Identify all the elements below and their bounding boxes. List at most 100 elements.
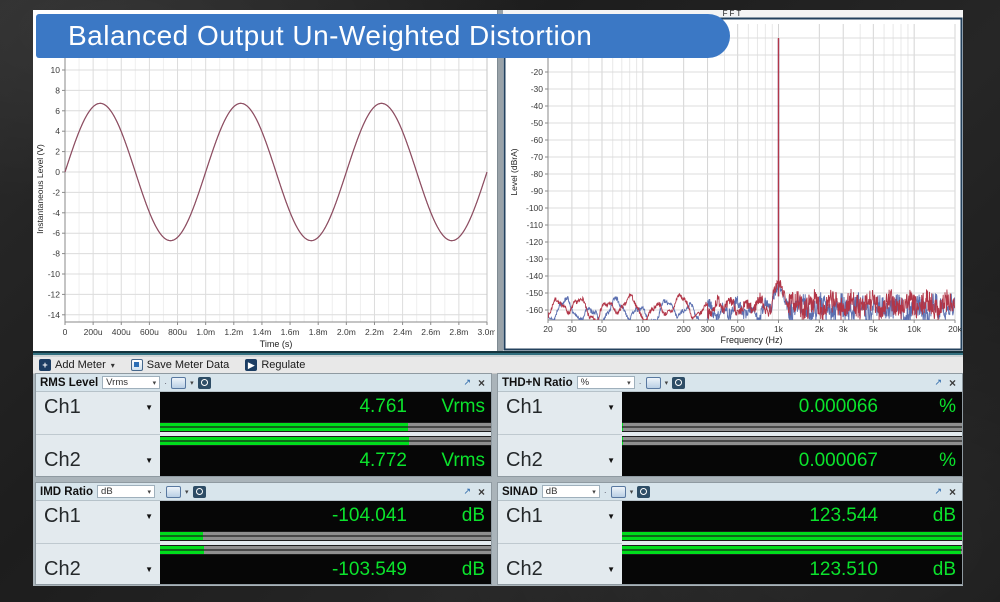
meter-unit-select[interactable]: Vrms ▾ [102, 376, 160, 389]
meter-value: 123.544 [809, 505, 878, 527]
meter-value-unit: Vrms [433, 396, 485, 418]
fft-plot: 2030501002003005001k2k3k5k10k20k-20-30-4… [503, 10, 963, 351]
svg-text:-6: -6 [52, 228, 60, 238]
svg-text:20k: 20k [948, 324, 962, 334]
level-bar [160, 545, 491, 555]
svg-text:6: 6 [55, 106, 60, 116]
svg-text:-10: -10 [48, 269, 61, 279]
channel-selector[interactable]: Ch1 ▼ [498, 501, 622, 544]
channel-selector[interactable]: Ch2 ▼ [498, 435, 622, 477]
svg-text:-110: -110 [527, 220, 544, 230]
title-banner: Balanced Output Un-Weighted Distortion [36, 14, 730, 58]
meter-title: SINAD [502, 486, 538, 498]
meter-body: Ch1 ▼ Ch2 ▼ -104.041 dB [36, 501, 491, 585]
meter-panel: RMS Level Vrms ▾ · ▾ ↗ × Ch1 ▼ Ch2 [35, 373, 492, 477]
svg-text:Instantaneous Level (V): Instantaneous Level (V) [35, 144, 45, 234]
meter-value: 0.000066 [799, 396, 878, 418]
plots-row: 0200u400u600u800u1.0m1.2m1.4m1.6m1.8m2.0… [33, 10, 963, 351]
scope-plot-panel: 0200u400u600u800u1.0m1.2m1.4m1.6m1.8m2.0… [33, 10, 498, 351]
regulate-target-icon[interactable] [672, 377, 685, 389]
display-settings-icon[interactable] [171, 377, 186, 389]
chevron-down-icon: ▾ [190, 379, 194, 387]
display-settings-icon[interactable] [611, 486, 626, 498]
channel-selector[interactable]: Ch1 ▼ [36, 392, 160, 435]
add-meter-button[interactable]: + Add Meter ▾ [39, 359, 115, 371]
channel-label: Ch1 [44, 396, 81, 419]
meter-header: THD+N Ratio % ▾ · ▾ ↗ × [498, 374, 962, 392]
meter-value-unit: dB [433, 505, 485, 527]
svg-text:1.4m: 1.4m [252, 327, 271, 337]
svg-text:-150: -150 [526, 288, 543, 298]
meter-unit-select[interactable]: % ▾ [577, 376, 635, 389]
popout-icon[interactable]: ↗ [463, 487, 471, 496]
regulate-label: Regulate [261, 359, 305, 371]
level-bar [622, 545, 962, 555]
channel-selector[interactable]: Ch1 ▼ [36, 501, 160, 544]
close-icon[interactable]: × [949, 487, 956, 497]
svg-text:500: 500 [731, 324, 745, 334]
meter-title: RMS Level [40, 377, 98, 389]
page-title: Balanced Output Un-Weighted Distortion [68, 20, 592, 52]
scope-plot: 0200u400u600u800u1.0m1.2m1.4m1.6m1.8m2.0… [33, 10, 495, 349]
meter-body: Ch1 ▼ Ch2 ▼ 4.761 Vrms [36, 392, 491, 476]
svg-text:10: 10 [51, 65, 61, 75]
regulate-button[interactable]: ▶ Regulate [245, 359, 305, 371]
display-settings-icon[interactable] [646, 377, 661, 389]
svg-text:-2: -2 [52, 187, 60, 197]
meters-grid: RMS Level Vrms ▾ · ▾ ↗ × Ch1 ▼ Ch2 [35, 373, 963, 586]
save-icon [131, 359, 143, 371]
meter-value-display: 4.761 Vrms [160, 392, 491, 422]
svg-text:-160: -160 [526, 305, 543, 315]
svg-text:1.6m: 1.6m [281, 327, 300, 337]
svg-text:4: 4 [55, 126, 60, 136]
channel-label: Ch2 [44, 558, 81, 581]
chevron-down-icon: ▼ [145, 456, 153, 465]
svg-text:3.0m: 3.0m [478, 327, 495, 337]
regulate-target-icon[interactable] [198, 377, 211, 389]
popout-icon[interactable]: ↗ [934, 487, 942, 496]
chevron-down-icon: ▼ [607, 565, 615, 574]
chevron-down-icon: ▾ [185, 488, 189, 496]
chevron-down-icon: ▾ [630, 488, 634, 496]
channel-selector[interactable]: Ch2 ▼ [498, 544, 622, 586]
chevron-down-icon: ▾ [665, 379, 669, 387]
meter-header: IMD Ratio dB ▾ · ▾ ↗ × [36, 483, 491, 501]
chevron-down-icon: ▾ [592, 488, 596, 496]
chevron-down-icon: ▼ [145, 512, 153, 521]
chevron-down-icon: ▼ [607, 456, 615, 465]
meter-value-unit: % [904, 396, 956, 418]
close-icon[interactable]: × [478, 378, 485, 388]
svg-text:600u: 600u [140, 327, 159, 337]
channel-label: Ch2 [506, 449, 543, 472]
svg-text:Level (dBrA): Level (dBrA) [509, 148, 519, 195]
svg-text:20: 20 [543, 324, 553, 334]
meter-unit-select[interactable]: dB ▾ [542, 485, 600, 498]
meter-value: 4.761 [359, 396, 407, 418]
meter-body: Ch1 ▼ Ch2 ▼ 0.000066 % [498, 392, 962, 476]
save-meter-data-button[interactable]: Save Meter Data [131, 359, 230, 371]
svg-text:10k: 10k [907, 324, 921, 334]
close-icon[interactable]: × [949, 378, 956, 388]
chevron-down-icon: ▼ [607, 403, 615, 412]
svg-text:-12: -12 [48, 289, 61, 299]
chevron-down-icon: ▾ [153, 379, 157, 387]
svg-text:-50: -50 [531, 118, 544, 128]
regulate-target-icon[interactable] [637, 486, 650, 498]
close-icon[interactable]: × [478, 487, 485, 497]
meter-value-display: 123.544 dB [622, 501, 962, 531]
channel-selector[interactable]: Ch2 ▼ [36, 544, 160, 586]
regulate-target-icon[interactable] [193, 486, 206, 498]
svg-text:300: 300 [700, 324, 714, 334]
plus-icon: + [39, 359, 51, 371]
meter-header: SINAD dB ▾ · ▾ ↗ × [498, 483, 962, 501]
popout-icon[interactable]: ↗ [934, 378, 942, 387]
channel-selector[interactable]: Ch1 ▼ [498, 392, 622, 435]
popout-icon[interactable]: ↗ [463, 378, 471, 387]
channel-label: Ch1 [506, 505, 543, 528]
channel-label: Ch1 [506, 396, 543, 419]
meter-value-unit: Vrms [433, 450, 485, 472]
meter-unit-select[interactable]: dB ▾ [97, 485, 155, 498]
channel-selector[interactable]: Ch2 ▼ [36, 435, 160, 477]
meter-value-display: -104.041 dB [160, 501, 491, 531]
display-settings-icon[interactable] [166, 486, 181, 498]
